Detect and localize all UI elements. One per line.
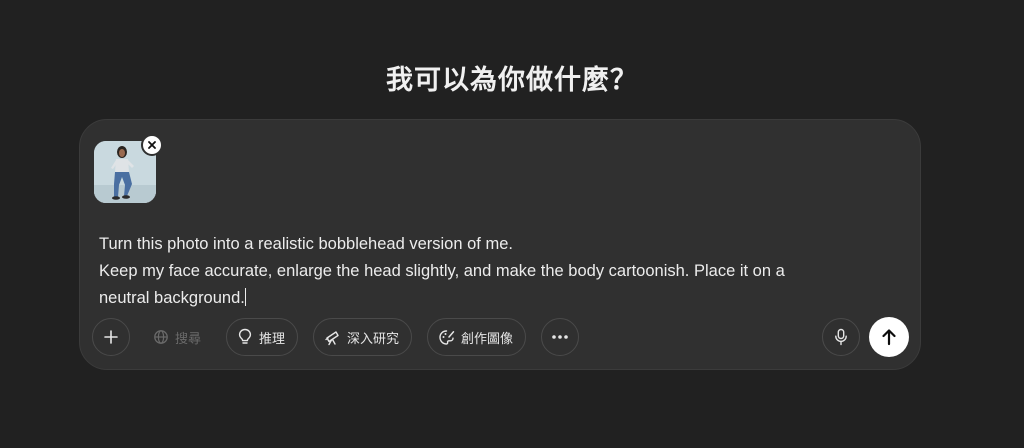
- page-title: 我可以為你做什麼？: [386, 65, 638, 96]
- close-icon: [148, 141, 156, 149]
- search-button[interactable]: 搜尋: [142, 318, 214, 356]
- page: 我可以為你做什麼？ Turn this photo into a realist…: [0, 0, 1024, 448]
- more-options-button[interactable]: [541, 318, 579, 356]
- arrow-up-icon: [882, 329, 896, 346]
- prompt-input[interactable]: Turn this photo into a realistic bobbleh…: [99, 231, 889, 312]
- send-button[interactable]: [869, 317, 909, 357]
- composer: Turn this photo into a realistic bobbleh…: [79, 119, 921, 370]
- prompt-line: Keep my face accurate, enlarge the head …: [99, 262, 785, 280]
- add-attachment-button[interactable]: [92, 318, 130, 356]
- voice-input-button[interactable]: [822, 318, 860, 356]
- prompt-line: Turn this photo into a realistic bobbleh…: [99, 235, 513, 253]
- plus-icon: [104, 330, 118, 344]
- palette-icon: [438, 329, 455, 346]
- create-image-label: 創作圖像: [461, 331, 514, 347]
- create-image-button[interactable]: 創作圖像: [427, 318, 527, 356]
- composer-toolbar: 搜尋 推理 深入研究 創作圖像: [92, 317, 909, 357]
- prompt-line: neutral background.: [99, 289, 245, 307]
- text-caret: [244, 288, 246, 306]
- telescope-icon: [324, 329, 341, 346]
- deep-research-label: 深入研究: [347, 331, 400, 347]
- ellipsis-icon: [552, 335, 568, 339]
- microphone-icon: [835, 328, 847, 346]
- globe-icon: [153, 329, 169, 345]
- remove-attachment-button[interactable]: [141, 134, 163, 156]
- search-label: 搜尋: [175, 331, 202, 347]
- deep-research-button[interactable]: 深入研究: [313, 318, 413, 356]
- reason-label: 推理: [259, 331, 286, 347]
- reason-button[interactable]: 推理: [226, 318, 299, 356]
- lightbulb-icon: [237, 328, 253, 346]
